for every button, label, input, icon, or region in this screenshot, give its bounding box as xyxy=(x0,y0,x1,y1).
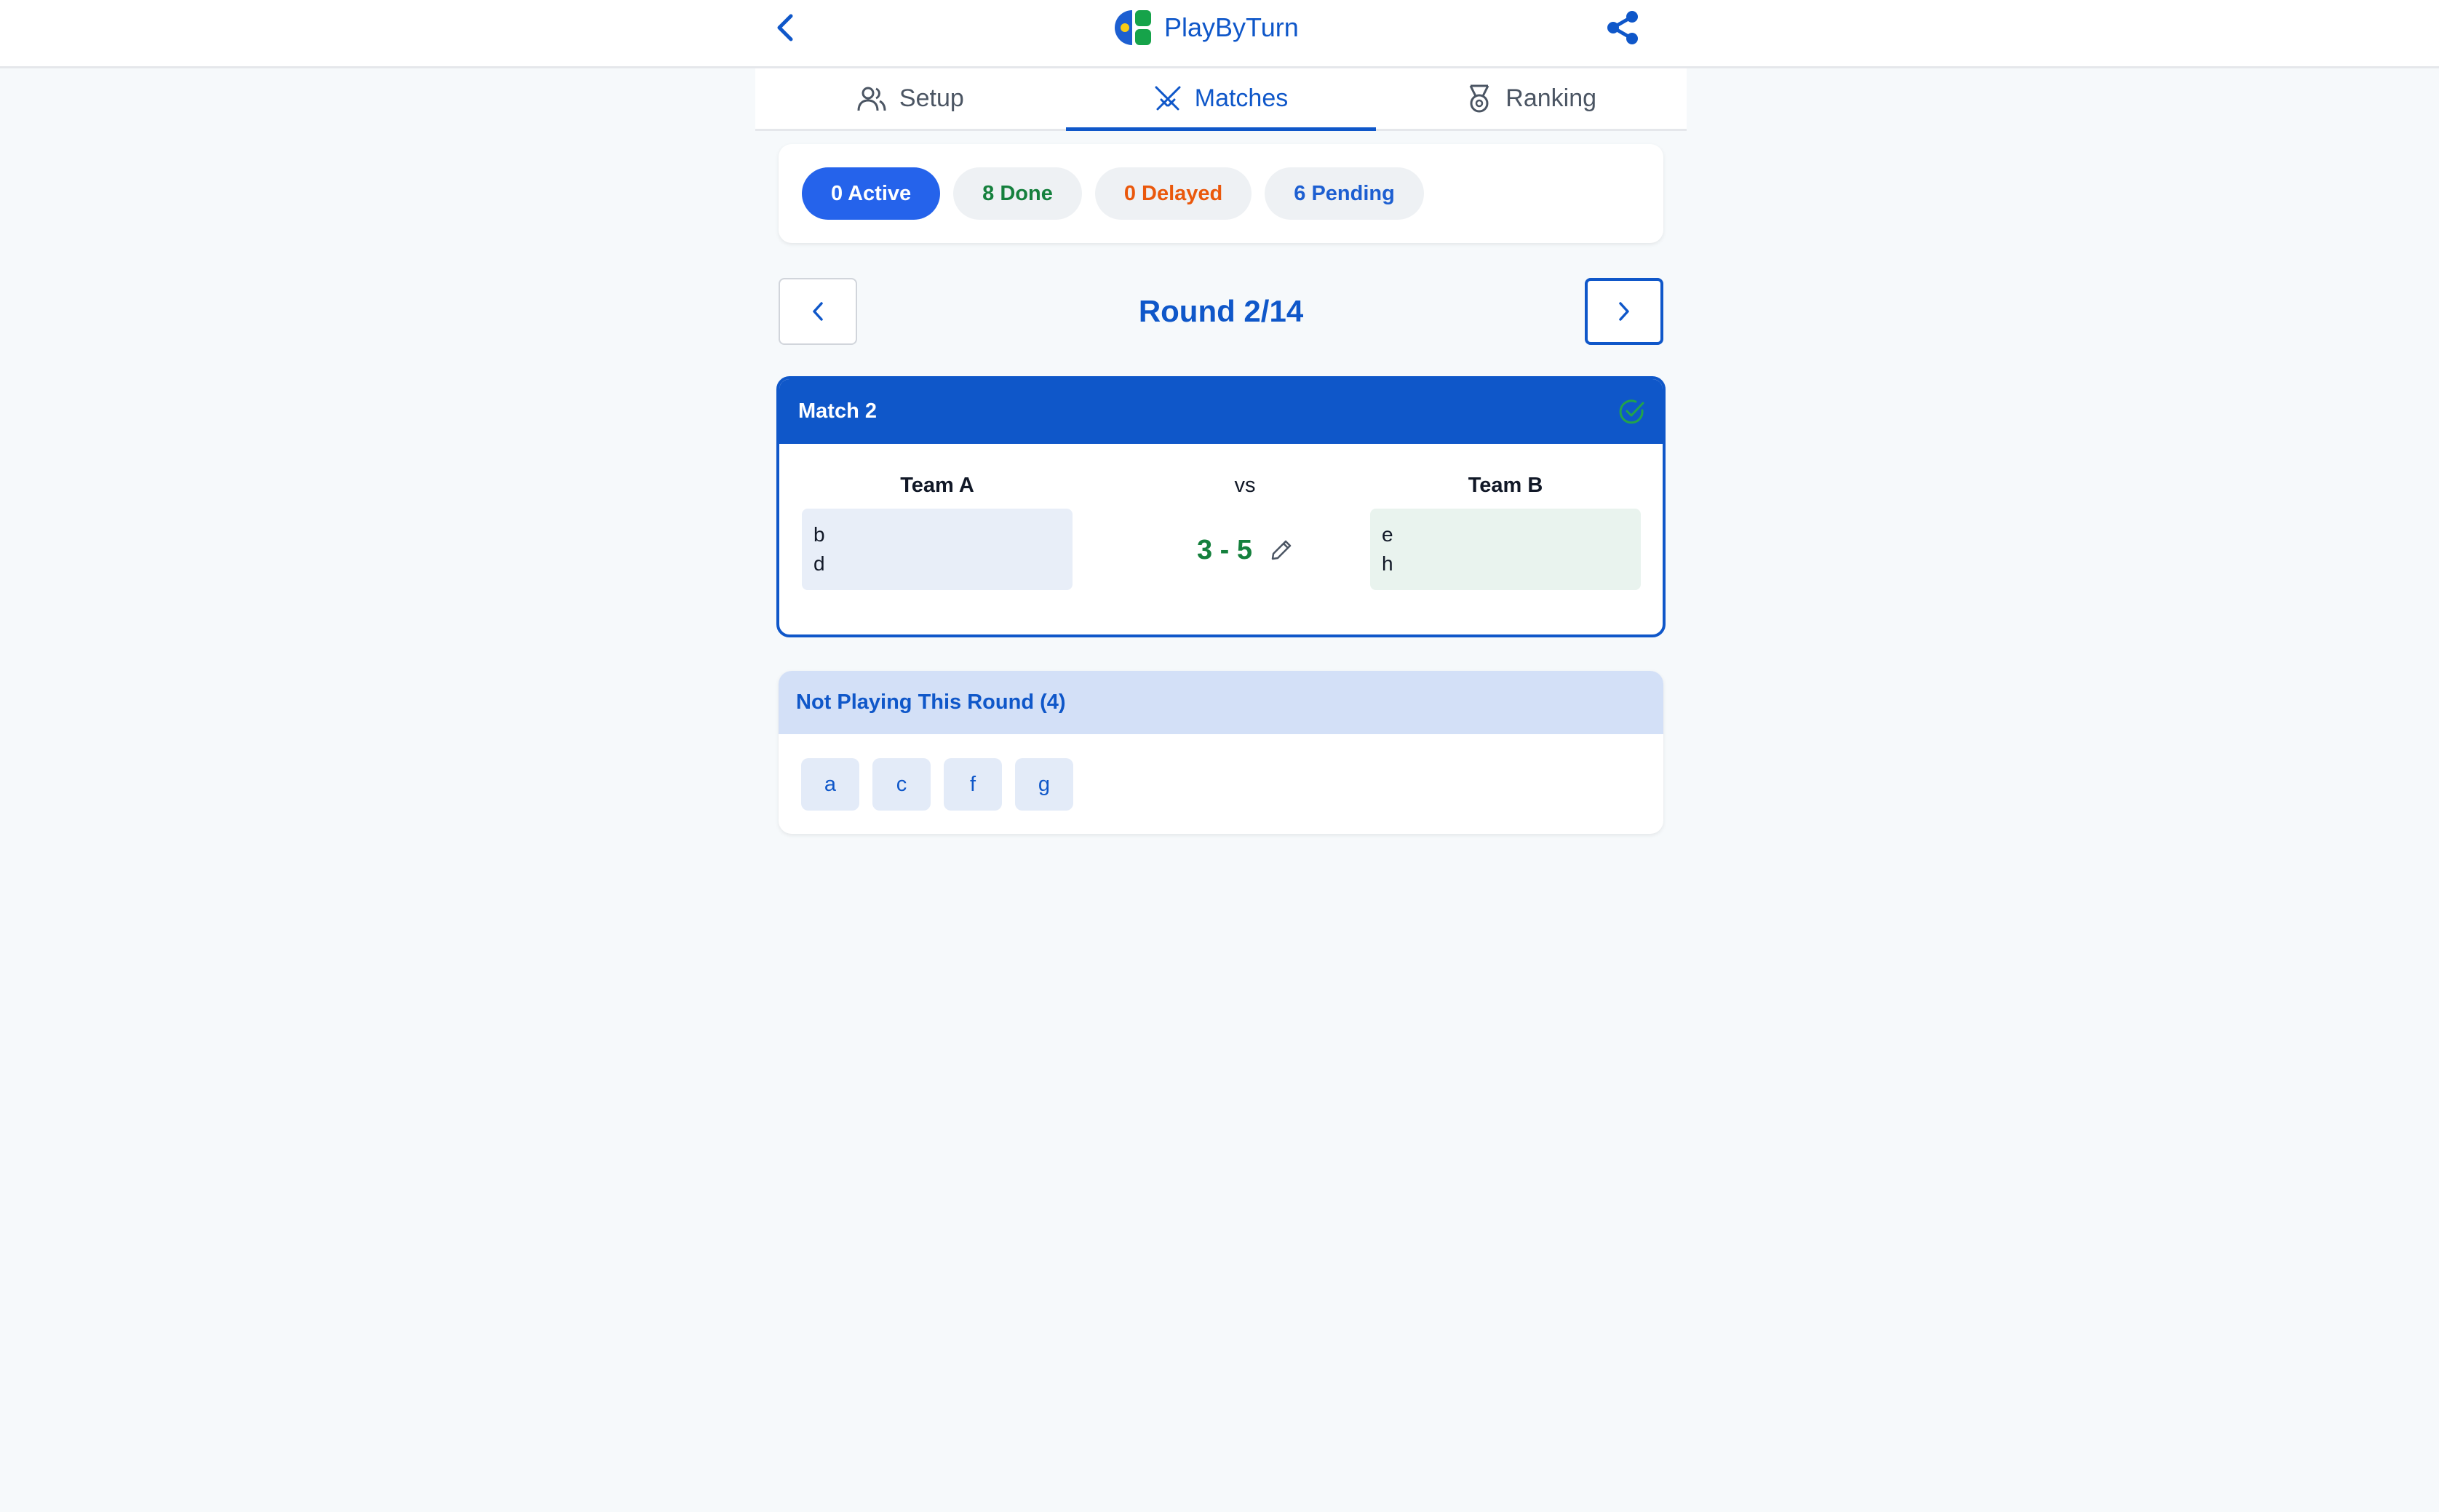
filter-pending-pill[interactable]: 6 Pending xyxy=(1265,167,1424,220)
back-button[interactable] xyxy=(770,10,800,45)
tab-matches[interactable]: Matches xyxy=(1065,68,1377,131)
player-chip: a xyxy=(801,758,859,811)
score-area: 3 - 5 xyxy=(1172,530,1318,570)
player-name: h xyxy=(1382,552,1393,575)
chevron-left-icon xyxy=(813,302,823,321)
teams-row: Team A vs Team B xyxy=(779,474,1663,500)
app-logo-icon xyxy=(1115,10,1151,45)
team-a-label: Team A xyxy=(900,474,974,497)
filter-delayed-pill[interactable]: 0 Delayed xyxy=(1094,167,1252,220)
match-card: Match 2 Team A vs Team B b d 3 - 5 e h xyxy=(776,376,1666,637)
tab-ranking[interactable]: Ranking xyxy=(1376,68,1687,129)
tab-matches-label: Matches xyxy=(1194,84,1289,112)
share-icon xyxy=(1607,11,1638,44)
tab-setup-label: Setup xyxy=(899,84,964,112)
team-b-players[interactable]: e h xyxy=(1370,509,1641,590)
sitting-out-list: a c f g xyxy=(779,734,1663,811)
tab-ranking-label: Ranking xyxy=(1505,84,1597,112)
match-score: 3 - 5 xyxy=(1196,534,1253,565)
status-filter-card: 0 Active 8 Done 0 Delayed 6 Pending xyxy=(779,144,1663,243)
player-chip: f xyxy=(944,758,1002,811)
app-name: PlayByTurn xyxy=(1164,12,1299,42)
top-bar: PlayByTurn xyxy=(0,0,2439,68)
player-name: d xyxy=(813,552,825,575)
users-icon xyxy=(857,87,886,111)
player-name: e xyxy=(1382,523,1393,546)
tab-setup[interactable]: Setup xyxy=(755,68,1066,129)
player-chip: g xyxy=(1015,758,1073,811)
sitting-out-card: Not Playing This Round (4) a c f g xyxy=(779,671,1663,834)
player-chip: c xyxy=(872,758,931,811)
chevron-left-icon xyxy=(777,14,793,41)
sitting-out-title: Not Playing This Round (4) xyxy=(779,671,1663,734)
filter-done-pill[interactable]: 8 Done xyxy=(953,167,1082,220)
team-a-players[interactable]: b d xyxy=(802,509,1073,590)
match-title: Match 2 xyxy=(798,399,877,423)
edit-score-button[interactable] xyxy=(1270,538,1293,562)
filter-active-pill[interactable]: 0 Active xyxy=(802,167,941,220)
round-title: Round 2/14 xyxy=(1138,294,1304,328)
swords-icon xyxy=(1155,86,1181,110)
team-b-label: Team B xyxy=(1468,474,1543,497)
previous-round-button[interactable] xyxy=(779,278,857,345)
chevron-right-icon xyxy=(1619,302,1629,321)
medal-icon xyxy=(1469,84,1489,112)
brand: PlayByTurn xyxy=(1115,7,1299,48)
match-header: Match 2 xyxy=(779,379,1663,444)
player-name: b xyxy=(813,523,825,546)
pencil-icon xyxy=(1271,540,1292,560)
vs-label: vs xyxy=(1234,474,1256,497)
check-circle-icon xyxy=(1619,399,1644,423)
next-round-button[interactable] xyxy=(1585,278,1663,345)
share-button[interactable] xyxy=(1604,9,1642,47)
tab-bar: Setup Matches Ranking xyxy=(755,68,1687,131)
